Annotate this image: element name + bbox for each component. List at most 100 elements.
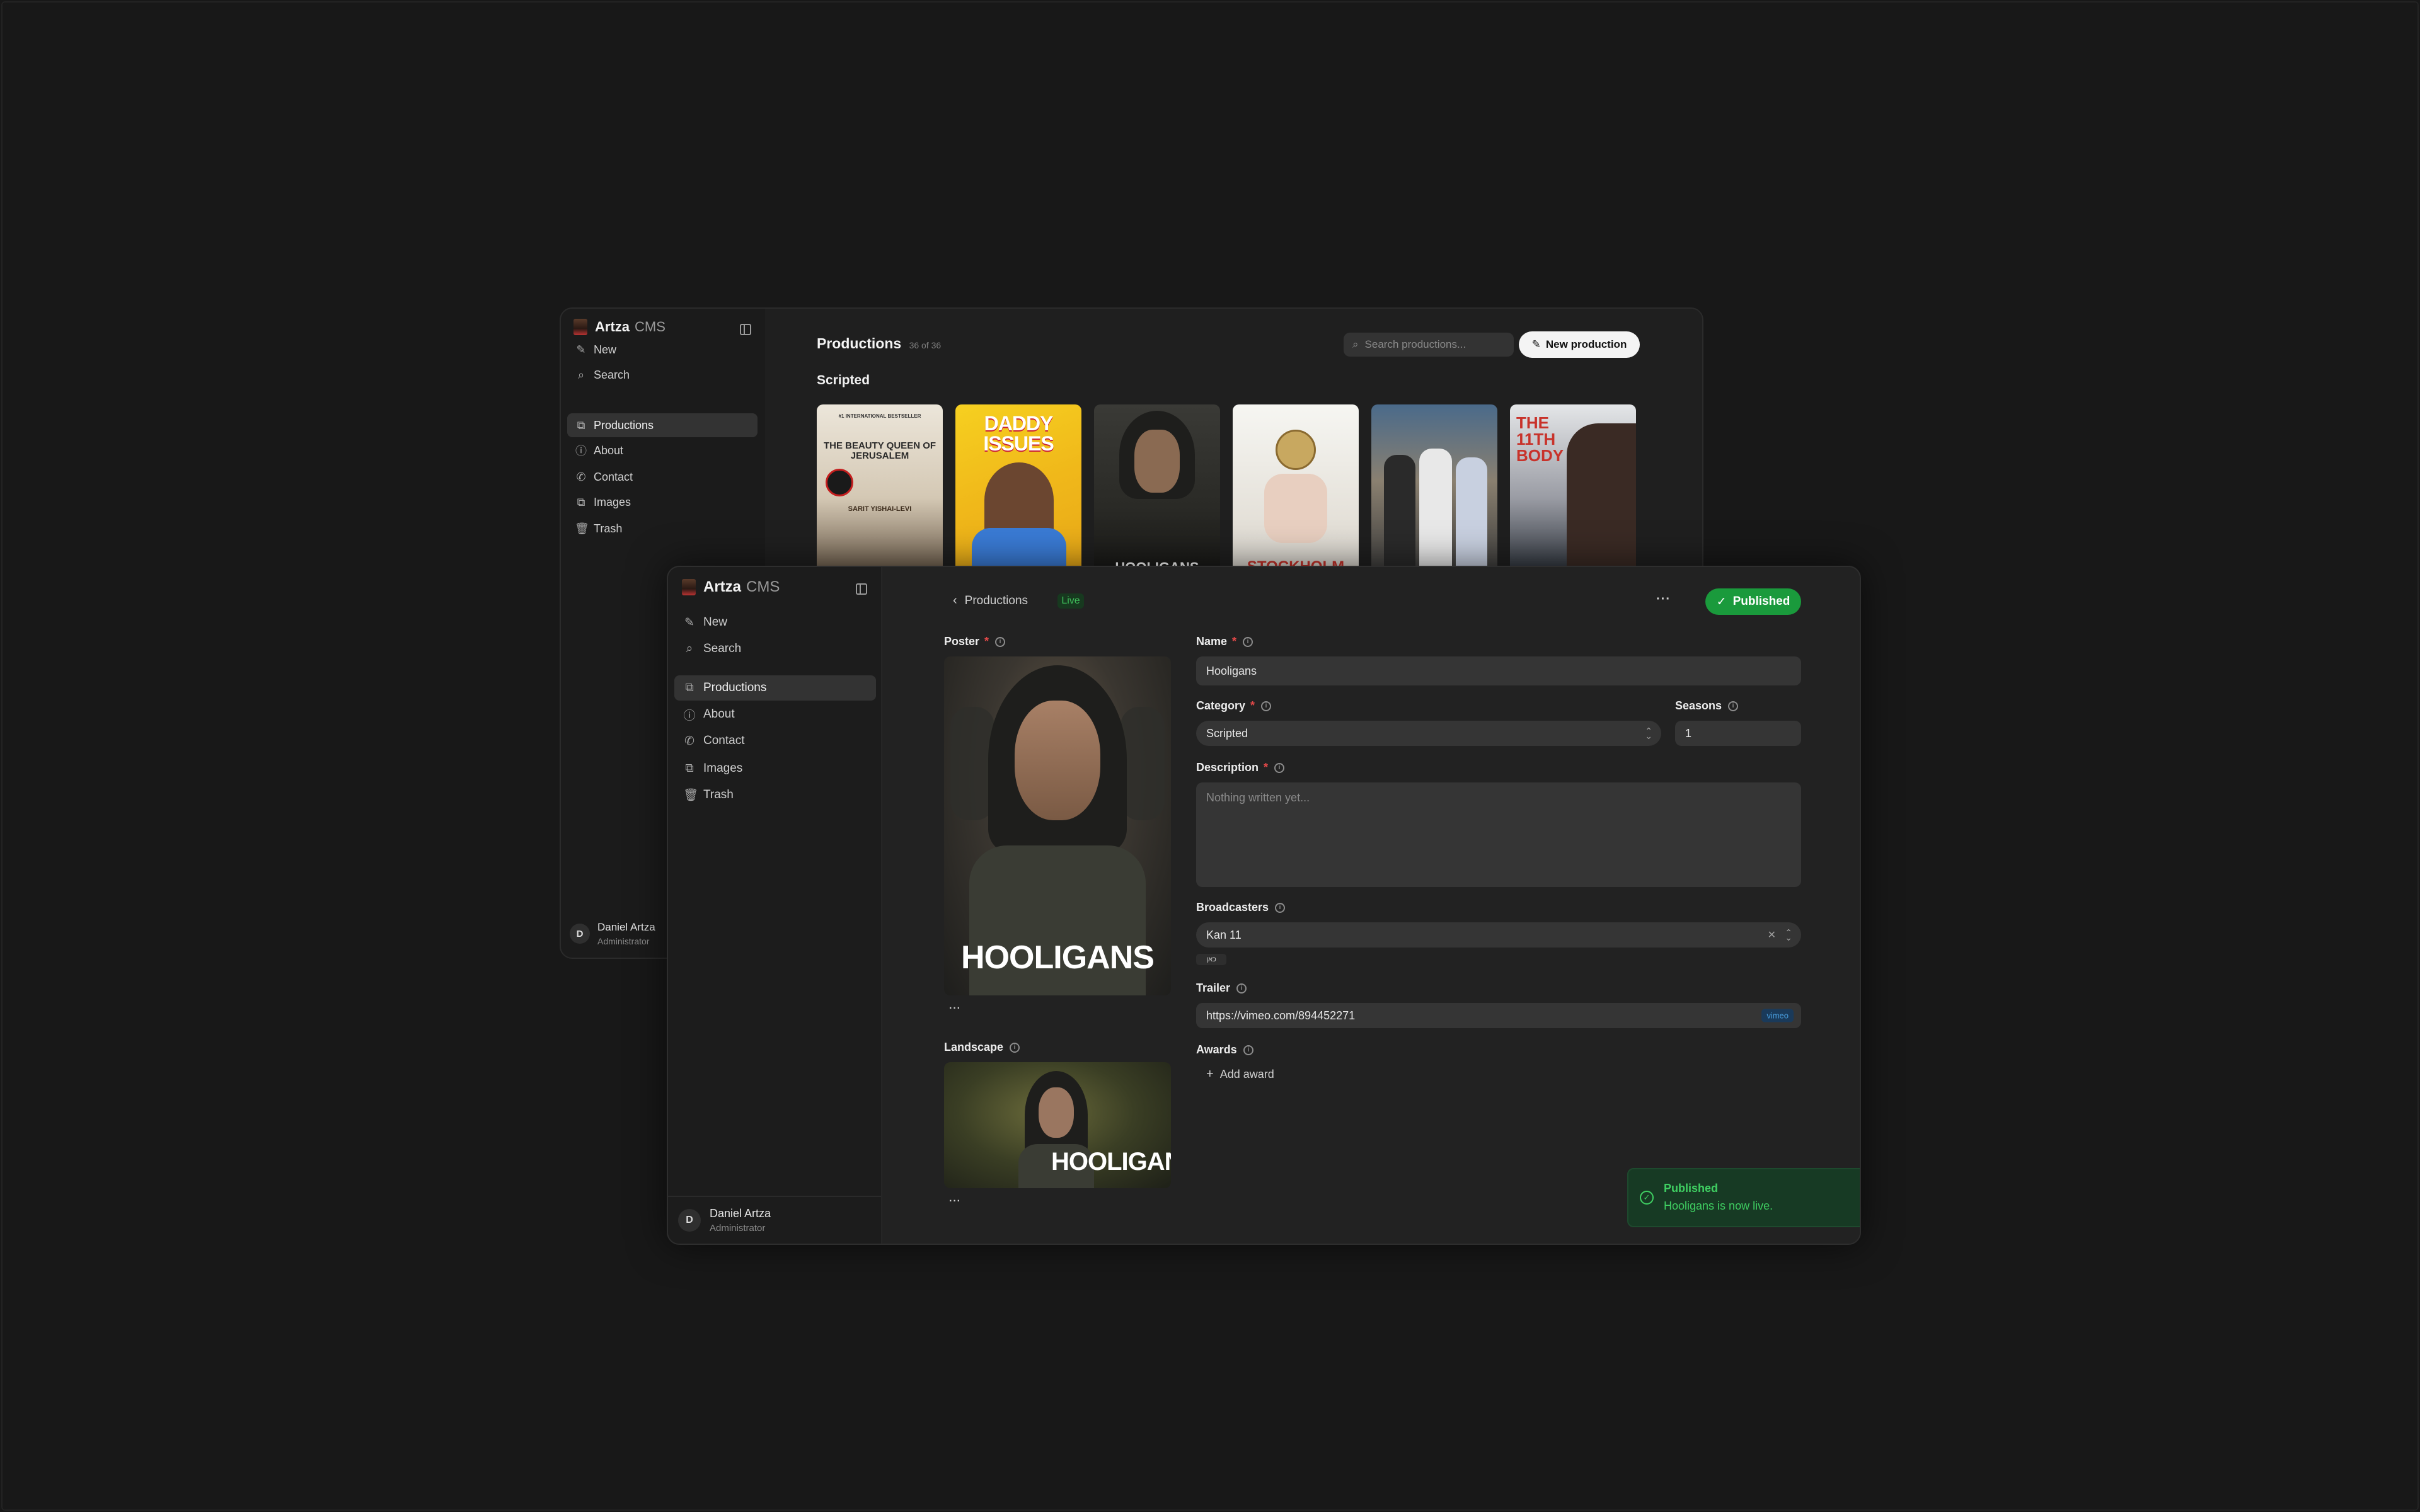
page-title-text: Productions — [817, 335, 902, 352]
edit-icon: ✎ — [1531, 338, 1541, 350]
trash-icon: 🗑 — [575, 522, 589, 535]
sidebar-item-productions[interactable]: ⧉ Productions — [567, 413, 758, 437]
sidebar-item-about[interactable]: ⓘ About — [567, 438, 756, 462]
poster-card[interactable]: STOCKHOLM — [1233, 404, 1359, 575]
search-icon: ⌕ — [577, 368, 585, 381]
brand-logo — [682, 579, 696, 595]
poster-tagline: #1 INTERNATIONAL BESTSELLER — [838, 413, 921, 419]
landscape-more-button[interactable]: ··· — [949, 1196, 961, 1207]
broadcasters-label-text: Broadcasters — [1196, 901, 1269, 914]
user-profile[interactable]: D Daniel Artza Administrator — [678, 1207, 771, 1234]
description-label-text: Description — [1196, 761, 1259, 774]
new-production-button[interactable]: ✎ New production — [1519, 331, 1640, 358]
sidebar-item-label: Images — [703, 762, 743, 775]
breadcrumb[interactable]: ‹ Productions — [953, 593, 1028, 608]
poster-label: Poster * i — [944, 635, 1006, 648]
landscape-label-text: Landscape — [944, 1041, 1004, 1053]
phone-icon: ✆ — [576, 470, 586, 483]
production-editor-window: Artza CMS ✎ New ⌕ Search ⧉ Productions ⓘ… — [667, 566, 1861, 1245]
poster-title: DADDY ISSUES — [983, 412, 1054, 455]
info-icon[interactable]: i — [1243, 636, 1253, 647]
sidebar-item-search[interactable]: ⌕ Search — [674, 636, 875, 662]
sidebar-item-label: Contact — [594, 470, 633, 483]
name-value: Hooligans — [1206, 664, 1257, 677]
sidebar-item-trash[interactable]: 🗑 Trash — [674, 782, 875, 808]
info-icon: ⓘ — [683, 709, 696, 723]
info-icon[interactable]: i — [1261, 701, 1272, 711]
sidebar-item-productions[interactable]: ⧉ Productions — [674, 675, 876, 701]
poster-figure — [1456, 457, 1487, 575]
productions-icon: ⧉ — [685, 681, 694, 694]
production-count: 36 of 36 — [909, 340, 942, 350]
info-icon[interactable]: i — [1274, 762, 1285, 773]
poster-more-button[interactable]: ··· — [949, 1003, 961, 1014]
poster-label-text: Poster — [944, 635, 980, 648]
sidebar-toggle-icon[interactable] — [740, 324, 751, 335]
landscape-title: HOOLIGANS — [1051, 1148, 1171, 1176]
info-icon[interactable]: i — [1236, 983, 1247, 994]
trailer-label-text: Trailer — [1196, 982, 1231, 994]
sidebar-item-about[interactable]: ⓘ About — [674, 702, 875, 727]
landscape-image[interactable]: HOOLIGANS — [944, 1062, 1171, 1188]
user-name: Daniel Artza — [597, 921, 655, 933]
brand-suffix: CMS — [746, 578, 780, 595]
sidebar-item-label: Trash — [703, 788, 734, 801]
poster-image[interactable]: HOOLIGANS — [944, 656, 1171, 995]
sidebar-item-label: Productions — [594, 418, 654, 432]
awards-label: Awards i — [1196, 1043, 1253, 1057]
sidebar-item-images[interactable]: ⧉ Images — [674, 756, 875, 781]
add-award-button[interactable]: + Add award — [1206, 1067, 1274, 1082]
seasons-value: 1 — [1685, 726, 1692, 740]
poster-title: THE BEAUTY QUEEN OF JERUSALEM — [823, 440, 936, 461]
brand: Artza CMS — [573, 319, 666, 335]
clear-icon[interactable]: ✕ — [1768, 929, 1776, 941]
brand-logo — [573, 319, 587, 335]
poster-card[interactable]: HOOLIGANS — [1094, 404, 1220, 575]
poster-card[interactable] — [1371, 404, 1497, 575]
info-icon[interactable]: i — [1728, 701, 1739, 711]
poster-card[interactable]: #1 INTERNATIONAL BESTSELLER THE BEAUTY Q… — [817, 404, 943, 575]
sidebar-item-trash[interactable]: 🗑 Trash — [567, 517, 756, 541]
sidebar-item-search[interactable]: ⌕ Search — [567, 363, 756, 387]
poster-figure — [1567, 423, 1636, 575]
trailer-label: Trailer i — [1196, 982, 1247, 995]
chevron-left-icon: ‹ — [953, 593, 957, 607]
brand-name: Artza — [703, 578, 742, 595]
sidebar-item-images[interactable]: ⧉ Images — [567, 490, 756, 514]
poster-card[interactable]: THE 11TH BODY — [1510, 404, 1636, 575]
search-input[interactable]: ⌕ Search productions... — [1344, 333, 1514, 357]
broadcasters-select[interactable]: Kan 11 ✕ ⌃ ⌄ — [1196, 922, 1801, 948]
trash-icon: 🗑 — [683, 789, 699, 802]
name-field[interactable]: Hooligans — [1196, 656, 1801, 685]
productions-icon: ⧉ — [577, 418, 585, 432]
info-icon[interactable]: i — [1010, 1042, 1020, 1053]
sidebar-toggle-icon[interactable] — [856, 583, 867, 595]
info-icon[interactable]: i — [1275, 902, 1286, 913]
published-button[interactable]: ✓ Published — [1705, 588, 1801, 615]
poster-card[interactable]: DADDY ISSUES — [955, 404, 1081, 575]
section-title: Scripted — [817, 373, 870, 387]
trailer-field[interactable]: https://vimeo.com/894452271 vimeo — [1196, 1003, 1801, 1028]
more-options-button[interactable]: ··· — [1656, 592, 1671, 607]
required-marker: * — [1232, 635, 1237, 648]
sidebar-item-label: Images — [594, 495, 631, 508]
sidebar-item-new[interactable]: ✎ New — [567, 338, 756, 362]
seasons-label: Seasons i — [1675, 699, 1739, 713]
user-name: Daniel Artza — [710, 1207, 771, 1220]
broadcasters-value: Kan 11 — [1206, 928, 1242, 941]
description-textarea[interactable]: Nothing written yet... — [1196, 782, 1801, 887]
sidebar-item-contact[interactable]: ✆ Contact — [567, 465, 756, 489]
name-label-text: Name — [1196, 635, 1228, 648]
editor-main: ‹ Productions Live ··· ✓ Published Poste… — [882, 567, 1860, 1244]
category-select[interactable]: Scripted ⌃ ⌄ — [1196, 721, 1661, 746]
landscape-face — [1039, 1087, 1074, 1138]
sidebar-item-new[interactable]: ✎ New — [674, 610, 875, 635]
seasons-field[interactable]: 1 — [1675, 721, 1801, 746]
search-icon: ⌕ — [1352, 338, 1359, 350]
info-icon[interactable]: i — [995, 636, 1006, 647]
toast-message: Hooligans is now live. — [1664, 1200, 1773, 1212]
user-profile[interactable]: D Daniel Artza Administrator — [570, 921, 655, 946]
sidebar-item-contact[interactable]: ✆ Contact — [674, 728, 875, 753]
landscape-label: Landscape i — [944, 1041, 1020, 1054]
info-icon[interactable]: i — [1243, 1045, 1253, 1055]
